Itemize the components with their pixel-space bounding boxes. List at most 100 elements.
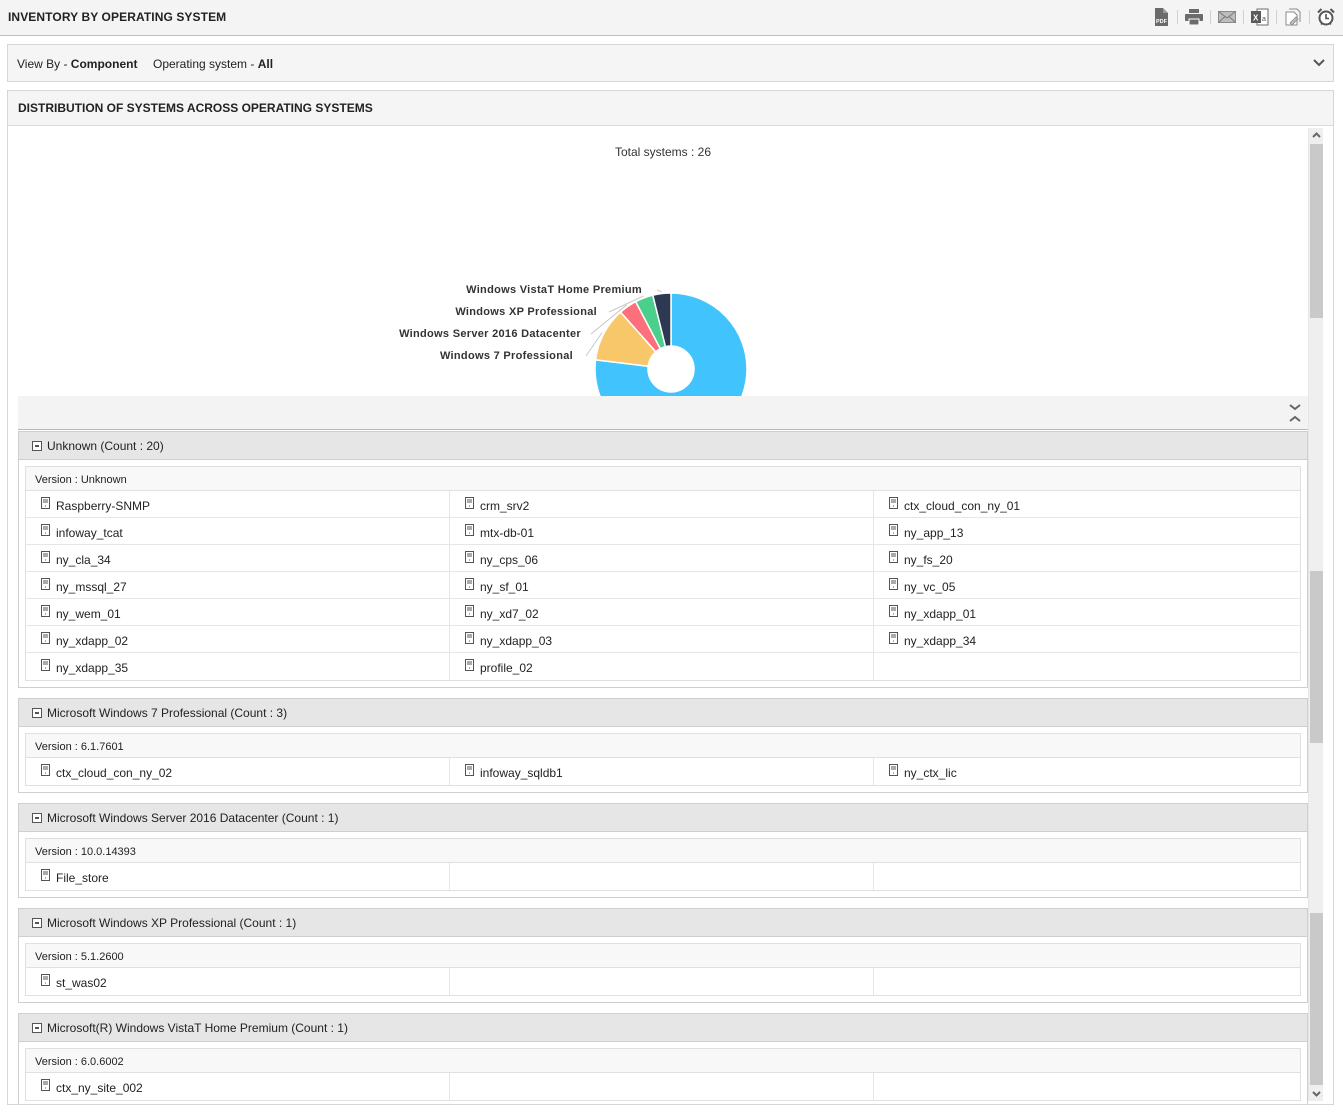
system-item[interactable]: File_store [26, 863, 450, 890]
scrollbar-thumb[interactable] [1310, 571, 1323, 743]
server-icon [465, 632, 474, 644]
export-button[interactable] [1282, 7, 1304, 27]
system-item[interactable]: ny_xdapp_01 [874, 599, 1300, 626]
collapse-icon[interactable] [32, 1023, 42, 1033]
schedule-button[interactable] [1315, 7, 1337, 27]
pdf-icon: PDF [1155, 8, 1168, 26]
system-item[interactable]: ny_app_13 [874, 518, 1300, 545]
system-name-link[interactable]: File_store [56, 871, 109, 885]
system-name-link[interactable]: ny_wem_01 [56, 607, 121, 621]
system-item[interactable]: ny_sf_01 [450, 572, 874, 599]
system-name-link[interactable]: mtx-db-01 [480, 526, 534, 540]
system-item[interactable]: profile_02 [450, 653, 874, 680]
collapse-icon[interactable] [32, 441, 42, 451]
system-item[interactable]: ny_xdapp_03 [450, 626, 874, 653]
system-item[interactable]: infoway_tcat [26, 518, 450, 545]
toolbar-divider [1309, 10, 1310, 24]
server-icon [889, 578, 898, 590]
server-icon [889, 764, 898, 776]
system-item[interactable]: ny_xdapp_02 [26, 626, 450, 653]
system-name-link[interactable]: ny_xdapp_03 [480, 634, 552, 648]
system-name-link[interactable]: ny_xdapp_34 [904, 634, 976, 648]
system-name-link[interactable]: ny_mssql_27 [56, 580, 127, 594]
donut-chart: UnknownWindows 7 ProfessionalWindows Ser… [399, 284, 748, 396]
empty-cell [450, 968, 874, 995]
server-icon [41, 659, 50, 671]
system-item[interactable]: ny_vc_05 [874, 572, 1300, 599]
svg-text:X: X [1253, 14, 1259, 23]
system-name-link[interactable]: ny_fs_20 [904, 553, 953, 567]
os-group-header[interactable]: Microsoft Windows Server 2016 Datacenter… [19, 804, 1307, 832]
vertical-scrollbar[interactable] [1308, 128, 1323, 1101]
system-item[interactable]: ny_xd7_02 [450, 599, 874, 626]
os-group-header[interactable]: Unknown (Count : 20) [19, 432, 1307, 460]
operating-system-filter[interactable]: Operating system - All [153, 57, 273, 71]
system-item[interactable]: ctx_cloud_con_ny_02 [26, 758, 450, 785]
system-item[interactable]: st_was02 [26, 968, 450, 995]
report-header: INVENTORY BY OPERATING SYSTEM PDF Xa [0, 0, 1343, 36]
server-icon [465, 578, 474, 590]
system-item[interactable]: ny_cla_34 [26, 545, 450, 572]
system-name-link[interactable]: ctx_ny_site_002 [56, 1081, 143, 1095]
chevron-down-icon[interactable] [1313, 58, 1325, 68]
system-item[interactable]: ny_wem_01 [26, 599, 450, 626]
pdf-button[interactable]: PDF [1150, 7, 1172, 27]
server-icon [41, 578, 50, 590]
system-item[interactable]: ny_fs_20 [874, 545, 1300, 572]
operating-system-value: All [257, 57, 274, 71]
system-item[interactable]: ctx_ny_site_002 [26, 1073, 450, 1100]
system-name-link[interactable]: ny_xd7_02 [480, 607, 539, 621]
collapse-icon[interactable] [32, 708, 42, 718]
system-name-link[interactable]: crm_srv2 [480, 499, 529, 513]
scroll-down-button[interactable] [1309, 1087, 1324, 1101]
page-title: INVENTORY BY OPERATING SYSTEM [8, 10, 227, 24]
system-name-link[interactable]: ny_app_13 [904, 526, 963, 540]
system-name-link[interactable]: ny_xdapp_35 [56, 661, 128, 675]
system-item[interactable]: ctx_cloud_con_ny_01 [874, 491, 1300, 518]
system-name-link[interactable]: infoway_tcat [56, 526, 123, 540]
print-button[interactable] [1183, 7, 1205, 27]
system-name-link[interactable]: ctx_cloud_con_ny_01 [904, 499, 1020, 513]
os-group-title: Microsoft(R) Windows VistaT Home Premium… [47, 1021, 348, 1035]
system-item[interactable]: mtx-db-01 [450, 518, 874, 545]
view-by-filter[interactable]: View By - Component [17, 57, 137, 71]
scrollbar-thumb[interactable] [1310, 144, 1323, 318]
system-item[interactable]: Raspberry-SNMP [26, 491, 450, 518]
system-item[interactable]: ny_xdapp_34 [874, 626, 1300, 653]
system-item[interactable]: infoway_sqldb1 [450, 758, 874, 785]
os-group-header[interactable]: Microsoft Windows 7 Professional (Count … [19, 699, 1307, 727]
os-group-header[interactable]: Microsoft Windows XP Professional (Count… [19, 909, 1307, 937]
version-table: Version : 6.0.6002 ctx_ny_site_002 [25, 1048, 1301, 1101]
os-group-title: Microsoft Windows 7 Professional (Count … [47, 706, 288, 720]
system-name-link[interactable]: ny_ctx_lic [904, 766, 957, 780]
system-item[interactable]: ny_ctx_lic [874, 758, 1300, 785]
collapse-icon[interactable] [32, 918, 42, 928]
filter-bar[interactable]: View By - Component Operating system - A… [7, 44, 1334, 82]
os-group-header[interactable]: Microsoft(R) Windows VistaT Home Premium… [19, 1014, 1307, 1042]
toolbar-divider [1177, 10, 1178, 24]
system-item[interactable]: ny_mssql_27 [26, 572, 450, 599]
system-name-link[interactable]: ctx_cloud_con_ny_02 [56, 766, 172, 780]
system-name-link[interactable]: ny_sf_01 [480, 580, 529, 594]
report-toolbar: PDF Xa [1150, 7, 1337, 27]
system-name-link[interactable]: ny_cps_06 [480, 553, 538, 567]
system-item[interactable]: crm_srv2 [450, 491, 874, 518]
scroll-up-button[interactable] [1309, 128, 1324, 142]
system-name-link[interactable]: ny_cla_34 [56, 553, 111, 567]
email-button[interactable] [1216, 7, 1238, 27]
system-name-link[interactable]: ny_vc_05 [904, 580, 955, 594]
collapse-icon[interactable] [32, 813, 42, 823]
server-icon [41, 551, 50, 563]
system-name-link[interactable]: ny_xdapp_02 [56, 634, 128, 648]
scrollbar-thumb[interactable] [1310, 913, 1323, 1085]
system-item[interactable]: ny_cps_06 [450, 545, 874, 572]
pie-data-label: Windows 7 Professional [440, 350, 573, 362]
system-name-link[interactable]: infoway_sqldb1 [480, 766, 563, 780]
expand-collapse-all-icon[interactable] [1288, 402, 1302, 424]
system-name-link[interactable]: st_was02 [56, 976, 107, 990]
system-name-link[interactable]: profile_02 [480, 661, 533, 675]
system-name-link[interactable]: Raspberry-SNMP [56, 499, 150, 513]
excel-button[interactable]: Xa [1249, 7, 1271, 27]
system-name-link[interactable]: ny_xdapp_01 [904, 607, 976, 621]
system-item[interactable]: ny_xdapp_35 [26, 653, 450, 680]
